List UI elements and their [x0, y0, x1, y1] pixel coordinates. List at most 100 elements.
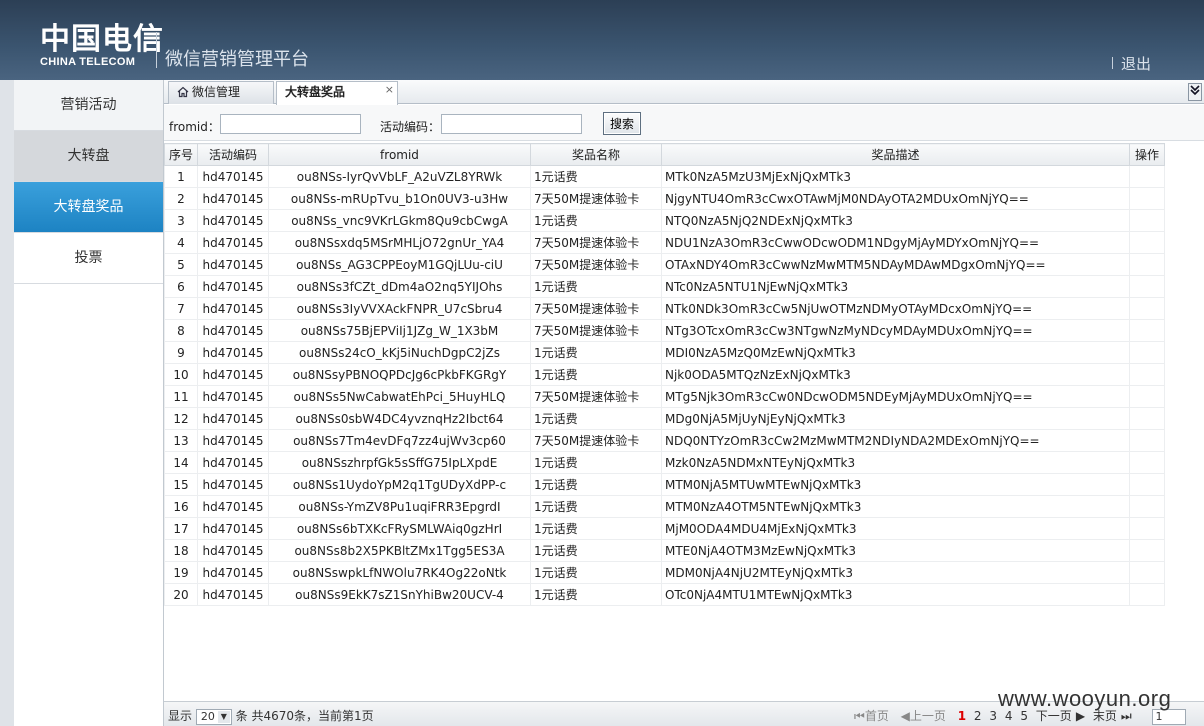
column-header-seq[interactable]: 序号	[164, 143, 198, 166]
cell-prize-name: 7天50M提速体验卡	[530, 187, 662, 210]
cell-actions	[1129, 209, 1165, 232]
cell-fromid: ou8NSs_vnc9VKrLGkm8Qu9cbCwgA	[268, 209, 531, 232]
cell-fromid: ou8NSs7Tm4evDFq7zz4ujWv3cp60	[268, 429, 531, 452]
table-row[interactable]: 13 hd470145 ou8NSs7Tm4evDFq7zz4ujWv3cp60 7天…	[164, 429, 1165, 452]
search-bar: fromid： 活动编码： 搜索	[164, 105, 1204, 141]
column-header-activity-code[interactable]: 活动编码	[197, 143, 269, 166]
table-row[interactable]: 5 hd470145 ou8NSs_AG3CPPEoyM1GQjLUu-ciU 7天5…	[164, 253, 1165, 276]
logout-link[interactable]: 退出	[1121, 53, 1151, 74]
table-row[interactable]: 16 hd470145 ou8NSs-YmZV8Pu1uqiFRR3EpgrdI 1元…	[164, 495, 1165, 518]
table-row[interactable]: 6 hd470145 ou8NSs3fCZt_dDm4aO2nq5YIJOhs 1元话…	[164, 275, 1165, 298]
platform-title: 微信营销管理平台	[165, 49, 309, 70]
china-telecom-logo: 中国电信 CHINA TELECOM	[40, 24, 164, 69]
cell-prize-desc: MDI0NzA5MzQ0MzEwNjQxMTk3	[661, 341, 1130, 364]
fromid-input[interactable]	[220, 114, 361, 134]
cell-actions	[1129, 231, 1165, 254]
search-button[interactable]: 搜索	[603, 112, 641, 135]
cell-activity-code: hd470145	[197, 539, 269, 562]
cell-fromid: ou8NSs3IyVVXAckFNPR_U7cSbru4	[268, 297, 531, 320]
table-row[interactable]: 15 hd470145 ou8NSs1UydoYpM2q1TgUDyXdPP-c 1元…	[164, 473, 1165, 496]
table-row[interactable]: 4 hd470145 ou8NSsxdq5MSrMHLjO72gnUr_YA4 7天5…	[164, 231, 1165, 254]
table-row[interactable]: 1 hd470145 ou8NSs-IyrQvVbLF_A2uVZL8YRWk 1元话…	[164, 165, 1165, 188]
activity-code-input[interactable]	[441, 114, 582, 134]
cell-prize-desc: NDU1NzA3OmR3cCwwODcwODM1NDgyMjAyMDYxOmNj…	[661, 231, 1130, 254]
table-row[interactable]: 20 hd470145 ou8NSs9EkK7sZ1SnYhiBw20UCV-4 1元…	[164, 583, 1165, 606]
cell-prize-desc: MDg0NjA5MjUyNjEyNjQxMTk3	[661, 407, 1130, 430]
cell-actions	[1129, 253, 1165, 276]
cell-actions	[1129, 539, 1165, 562]
table-row[interactable]: 3 hd470145 ou8NSs_vnc9VKrLGkm8Qu9cbCwgA 1元话…	[164, 209, 1165, 232]
cell-fromid: ou8NSswpkLfNWOlu7RK4Og22oNtk	[268, 561, 531, 584]
page-link-2[interactable]: 2	[974, 709, 982, 723]
cell-fromid: ou8NSs-IyrQvVbLF_A2uVZL8YRWk	[268, 165, 531, 188]
cell-activity-code: hd470145	[197, 451, 269, 474]
cell-activity-code: hd470145	[197, 275, 269, 298]
cell-prize-desc: NjgyNTU4OmR3cCwxOTAwMjM0NDAyOTA2MDUxOmNj…	[661, 187, 1130, 210]
sidebar-item-marketing-activities[interactable]: 营销活动	[14, 80, 163, 131]
page-link-3[interactable]: 3	[989, 709, 997, 723]
logo-divider	[156, 32, 157, 68]
close-icon[interactable]: ×	[385, 79, 394, 100]
cell-fromid: ou8NSs1UydoYpM2q1TgUDyXdPP-c	[268, 473, 531, 496]
table-row[interactable]: 7 hd470145 ou8NSs3IyVVXAckFNPR_U7cSbru4 7天5…	[164, 297, 1165, 320]
cell-prize-name: 7天50M提速体验卡	[530, 297, 662, 320]
cell-prize-name: 7天50M提速体验卡	[530, 253, 662, 276]
cell-actions	[1129, 275, 1165, 298]
table-row[interactable]: 8 hd470145 ou8NSs75BjEPViIj1JZg_W_1X3bM 7天5…	[164, 319, 1165, 342]
table-row[interactable]: 14 hd470145 ou8NSszhrpfGk5sSffG75IpLXpdE 1元…	[164, 451, 1165, 474]
cell-activity-code: hd470145	[197, 517, 269, 540]
sidebar-item-lucky-wheel-prizes[interactable]: 大转盘奖品	[14, 182, 163, 233]
cell-seq: 17	[164, 517, 198, 540]
cell-prize-name: 1元话费	[530, 583, 662, 606]
cell-prize-name: 1元话费	[530, 341, 662, 364]
first-page-link[interactable]: ⏮首页	[854, 709, 893, 723]
cell-activity-code: hd470145	[197, 165, 269, 188]
table-row[interactable]: 11 hd470145 ou8NSs5NwCabwatEhPci_5HuyHLQ 7天…	[164, 385, 1165, 408]
column-header-prize-desc[interactable]: 奖品描述	[661, 143, 1130, 166]
cell-prize-name: 1元话费	[530, 495, 662, 518]
table-row[interactable]: 12 hd470145 ou8NSs0sbW4DC4yvznqHz2Ibct64 1元…	[164, 407, 1165, 430]
column-header-prize-name[interactable]: 奖品名称	[530, 143, 662, 166]
cell-fromid: ou8NSs3fCZt_dDm4aO2nq5YIJOhs	[268, 275, 531, 298]
cell-activity-code: hd470145	[197, 495, 269, 518]
cell-prize-name: 7天50M提速体验卡	[530, 385, 662, 408]
cell-prize-desc: Njk0ODA5MTQzNzExNjQxMTk3	[661, 363, 1130, 386]
tab-lucky-wheel-prizes[interactable]: 大转盘奖品 ×	[276, 81, 398, 105]
table-row[interactable]: 2 hd470145 ou8NSs-mRUpTvu_b1On0UV3-u3Hw 7天5…	[164, 187, 1165, 210]
cell-prize-desc: NDQ0NTYzOmR3cCw2MzMwMTM2NDIyNDA2MDExOmNj…	[661, 429, 1130, 452]
table-row[interactable]: 9 hd470145 ou8NSs24cO_kKj5iNuchDgpC2jZs 1元话…	[164, 341, 1165, 364]
table-row[interactable]: 10 hd470145 ou8NSsyPBNOQPDcJg6cPkbFKGRgY 1元…	[164, 363, 1165, 386]
table-row[interactable]: 17 hd470145 ou8NSs6bTXKcFRySMLWAiq0gzHrI 1元…	[164, 517, 1165, 540]
cell-seq: 1	[164, 165, 198, 188]
prev-page-link[interactable]: ◀上一页	[901, 709, 950, 723]
cell-fromid: ou8NSs_AG3CPPEoyM1GQjLUu-ciU	[268, 253, 531, 276]
page-size-select[interactable]: 20 ▼	[195, 708, 232, 725]
column-header-fromid[interactable]: fromid	[268, 143, 531, 166]
cell-seq: 7	[164, 297, 198, 320]
cell-fromid: ou8NSs5NwCabwatEhPci_5HuyHLQ	[268, 385, 531, 408]
sidebar-item-lucky-wheel[interactable]: 大转盘	[14, 131, 163, 182]
cell-seq: 19	[164, 561, 198, 584]
cell-seq: 4	[164, 231, 198, 254]
sidebar-item-voting[interactable]: 投票	[14, 233, 163, 284]
cell-prize-name: 1元话费	[530, 539, 662, 562]
cell-actions	[1129, 297, 1165, 320]
cell-seq: 16	[164, 495, 198, 518]
tab-wechat-management[interactable]: 微信管理	[168, 81, 274, 104]
prev-page-label: 上一页	[909, 709, 946, 723]
table-row[interactable]: 19 hd470145 ou8NSswpkLfNWOlu7RK4Og22oNtk 1元…	[164, 561, 1165, 584]
cell-prize-desc: MTg5Njk3OmR3cCw0NDcwODM5NDEyMjAyMDUxOmNj…	[661, 385, 1130, 408]
cell-prize-desc: OTc0NjA4MTU1MTEwNjQxMTk3	[661, 583, 1130, 606]
cell-prize-desc: MTk0NzA5MzU3MjExNjQxMTk3	[661, 165, 1130, 188]
double-chevron-down-icon[interactable]	[1188, 83, 1202, 101]
main-content: 微信管理 大转盘奖品 × fromid： 活动编码： 搜索 序号 活动编码 fr…	[164, 80, 1204, 726]
cell-activity-code: hd470145	[197, 429, 269, 452]
table-row[interactable]: 18 hd470145 ou8NSs8b2X5PKBltZMx1Tgg5ES3A 1元…	[164, 539, 1165, 562]
cell-activity-code: hd470145	[197, 473, 269, 496]
cell-activity-code: hd470145	[197, 407, 269, 430]
cell-prize-name: 1元话费	[530, 209, 662, 232]
column-header-actions[interactable]: 操作	[1129, 143, 1165, 166]
cell-fromid: ou8NSs-mRUpTvu_b1On0UV3-u3Hw	[268, 187, 531, 210]
page-link-1[interactable]: 1	[958, 709, 966, 723]
cell-seq: 14	[164, 451, 198, 474]
